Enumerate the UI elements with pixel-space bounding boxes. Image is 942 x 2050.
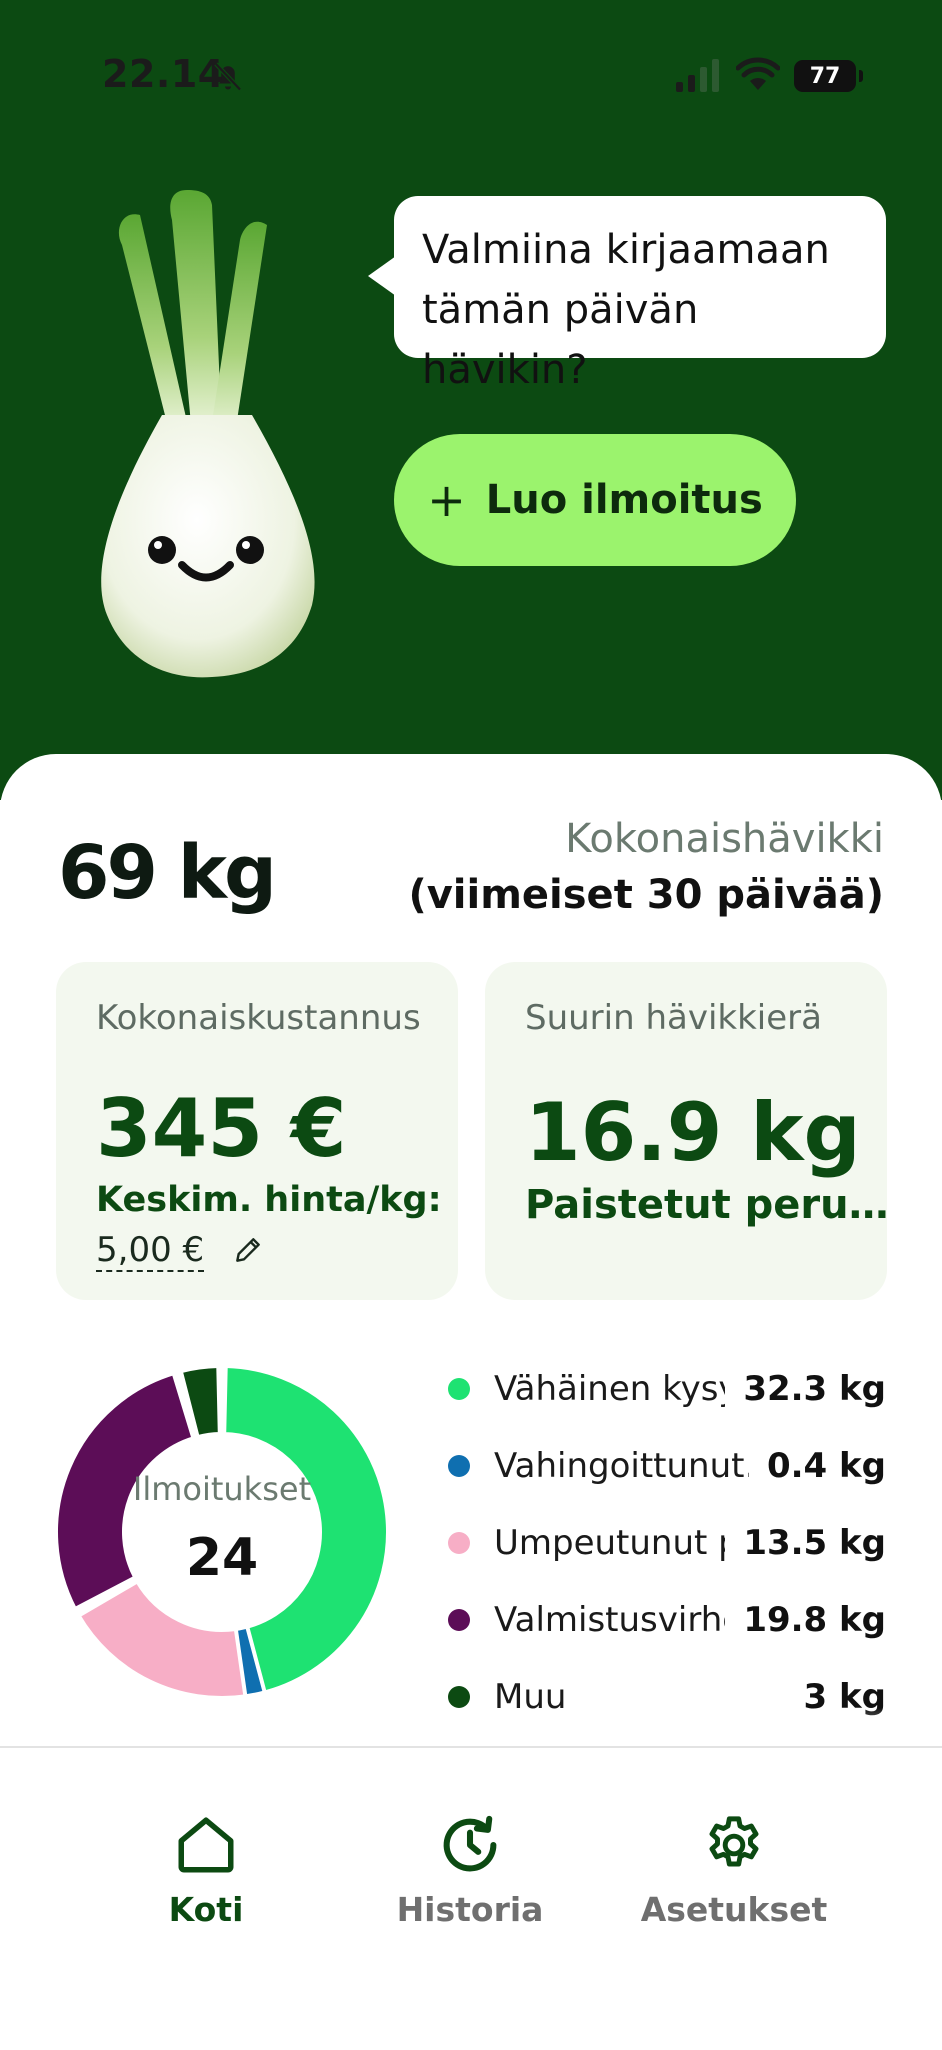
largest-batch-product: Paistetut peru…: [525, 1182, 889, 1228]
nav-settings[interactable]: Asetukset: [634, 1812, 834, 1929]
mascot-speech-bubble: Valmiina kirjaamaan tämän päivän hävikin…: [368, 196, 886, 393]
avg-price-value[interactable]: 5,00 €: [96, 1230, 205, 1272]
legend-value: 0.4 kg: [766, 1445, 886, 1486]
status-bar: 22.14 77: [0, 0, 942, 150]
legend-row: Vähäinen kysy… 32.3 kg: [448, 1350, 886, 1427]
nav-settings-label: Asetukset: [640, 1890, 828, 1929]
nav-history-label: Historia: [396, 1890, 544, 1929]
legend-dot: [448, 1608, 470, 1631]
battery-level: 77: [809, 63, 841, 89]
create-report-label: Luo ilmoitus: [485, 477, 763, 523]
bell-off-icon: [214, 62, 242, 92]
total-waste-label: Kokonaishävikki: [565, 816, 884, 862]
legend-row: Umpeutunut p… 13.5 kg: [448, 1504, 886, 1581]
signal-icon: [676, 59, 719, 92]
total-waste-period: (viimeiset 30 päivää): [408, 872, 884, 918]
legend-name: Umpeutunut p…: [494, 1522, 725, 1563]
total-cost-title: Kokonaiskustannus: [96, 998, 421, 1038]
donut-center-label: Ilmoitukset: [132, 1470, 312, 1508]
total-waste-value: 69 kg: [58, 830, 277, 916]
donut-center-value: 24: [185, 1528, 259, 1588]
chart-legend: Vähäinen kysy… 32.3 kg Vahingoittunut… 0…: [448, 1350, 886, 1735]
legend-name: Valmistusvirhe: [494, 1599, 726, 1640]
largest-batch-value: 16.9 kg: [525, 1086, 861, 1179]
history-icon: [443, 1815, 497, 1872]
largest-batch-card: Suurin hävikkierä 16.9 kg Paistetut peru…: [485, 962, 889, 1300]
status-time: 22.14: [102, 52, 225, 96]
legend-row: Vahingoittunut… 0.4 kg: [448, 1427, 886, 1504]
nav-history[interactable]: Historia: [370, 1812, 570, 1929]
scroll-fade: [0, 1708, 942, 1746]
largest-batch-title: Suurin hävikkierä: [525, 998, 822, 1038]
home-icon: [178, 1817, 234, 1873]
create-report-button[interactable]: + Luo ilmoitus: [394, 434, 796, 566]
avg-price-label: Keskim. hinta/kg:: [96, 1180, 442, 1220]
pencil-icon[interactable]: [232, 1234, 264, 1266]
legend-dot: [448, 1531, 470, 1554]
bottom-navigation: Koti Historia Asetukset: [0, 1746, 942, 2050]
legend-value: 19.8 kg: [743, 1599, 886, 1640]
legend-row: Valmistusvirhe 19.8 kg: [448, 1581, 886, 1658]
legend-name: Vähäinen kysy…: [494, 1368, 725, 1409]
legend-dot: [448, 1454, 470, 1477]
wifi-icon: [736, 57, 780, 90]
settings-icon: [709, 1816, 759, 1867]
legend-dot: [448, 1685, 470, 1708]
legend-dot: [448, 1377, 470, 1400]
legend-value: 32.3 kg: [743, 1368, 886, 1409]
total-cost-value: 345 €: [96, 1082, 347, 1175]
nav-home[interactable]: Koti: [106, 1812, 306, 1929]
legend-name: Vahingoittunut…: [494, 1445, 749, 1486]
plus-icon: +: [427, 473, 466, 527]
donut-slice-3: [75, 1578, 248, 1700]
fennel-mascot-illustration: [101, 190, 315, 678]
nav-home-label: Koti: [168, 1890, 244, 1929]
battery-icon: 77: [794, 60, 863, 92]
total-cost-card: Kokonaiskustannus 345 € Keskim. hinta/kg…: [56, 962, 458, 1300]
legend-value: 13.5 kg: [743, 1522, 886, 1563]
